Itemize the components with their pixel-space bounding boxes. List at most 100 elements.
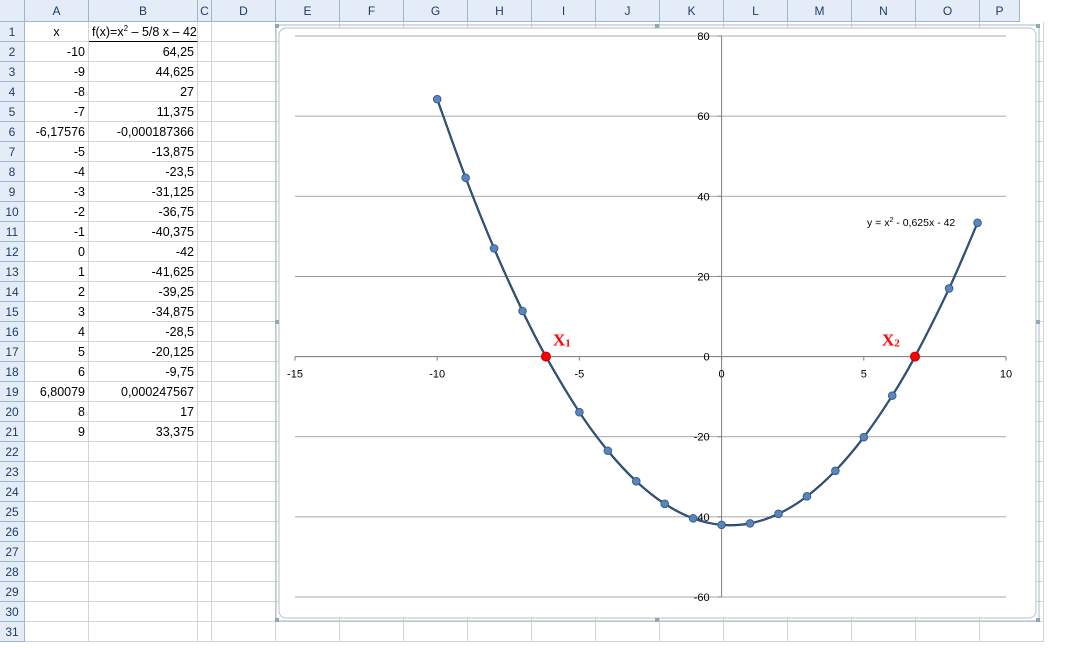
cell[interactable]	[212, 362, 276, 382]
cell[interactable]	[212, 602, 276, 622]
row-header-18[interactable]: 18	[0, 362, 25, 382]
cell[interactable]	[89, 582, 198, 602]
cell[interactable]	[198, 502, 212, 522]
cell[interactable]	[212, 142, 276, 162]
x-value-cell[interactable]: -6,17576	[25, 122, 89, 142]
cell[interactable]	[980, 622, 1044, 642]
column-header-C[interactable]: C	[198, 0, 212, 22]
cell[interactable]	[25, 542, 89, 562]
cell[interactable]	[198, 402, 212, 422]
row-header-31[interactable]: 31	[0, 622, 25, 642]
column-header-F[interactable]: F	[340, 0, 404, 22]
x-value-cell[interactable]: 5	[25, 342, 89, 362]
cell[interactable]	[198, 222, 212, 242]
fx-value-cell[interactable]: -39,25	[89, 282, 198, 302]
cell[interactable]	[198, 262, 212, 282]
cell[interactable]	[198, 142, 212, 162]
fx-value-cell[interactable]: -28,5	[89, 322, 198, 342]
row-header-15[interactable]: 15	[0, 302, 25, 322]
cell[interactable]	[198, 562, 212, 582]
fx-value-cell[interactable]: 64,25	[89, 42, 198, 62]
header-fx-cell[interactable]: f(x)=x2 – 5/8 x – 42	[89, 22, 198, 42]
cell[interactable]	[276, 622, 340, 642]
cell[interactable]	[212, 262, 276, 282]
cell[interactable]	[198, 242, 212, 262]
fx-value-cell[interactable]: 33,375	[89, 422, 198, 442]
cell[interactable]	[852, 622, 916, 642]
cell[interactable]	[25, 582, 89, 602]
cell[interactable]	[198, 582, 212, 602]
column-header-N[interactable]: N	[852, 0, 916, 22]
fx-value-cell[interactable]: 17	[89, 402, 198, 422]
x-value-cell[interactable]: 3	[25, 302, 89, 322]
x-value-cell[interactable]: -9	[25, 62, 89, 82]
chart-area[interactable]: -15 -10 -5 0 5 10 80 60 40 20 0 -20 -40 -60 X1 X2 y = x2…	[275, 24, 1040, 622]
cell[interactable]	[212, 382, 276, 402]
cell[interactable]	[198, 482, 212, 502]
column-header-M[interactable]: M	[788, 0, 852, 22]
cell[interactable]	[89, 522, 198, 542]
cell[interactable]	[89, 482, 198, 502]
cell[interactable]	[212, 62, 276, 82]
cell[interactable]	[212, 302, 276, 322]
row-header-27[interactable]: 27	[0, 542, 25, 562]
cell[interactable]	[212, 282, 276, 302]
cell[interactable]	[89, 442, 198, 462]
fx-value-cell[interactable]: -40,375	[89, 222, 198, 242]
cell[interactable]	[25, 482, 89, 502]
cell[interactable]	[198, 202, 212, 222]
cell[interactable]	[89, 622, 198, 642]
cell[interactable]	[212, 242, 276, 262]
row-header-9[interactable]: 9	[0, 182, 25, 202]
cell[interactable]	[198, 162, 212, 182]
column-header-A[interactable]: A	[25, 0, 89, 22]
cell[interactable]	[660, 622, 724, 642]
fx-value-cell[interactable]: -36,75	[89, 202, 198, 222]
row-header-4[interactable]: 4	[0, 82, 25, 102]
cell[interactable]	[212, 162, 276, 182]
column-header-L[interactable]: L	[724, 0, 788, 22]
fx-value-cell[interactable]: -42	[89, 242, 198, 262]
chart-svg[interactable]: -15 -10 -5 0 5 10806040200-20-40-60X1 X2y = x2…	[275, 24, 1040, 622]
fx-value-cell[interactable]: -31,125	[89, 182, 198, 202]
cell[interactable]	[25, 502, 89, 522]
cell[interactable]	[25, 602, 89, 622]
column-header-G[interactable]: G	[404, 0, 468, 22]
cell[interactable]	[468, 622, 532, 642]
x-value-cell[interactable]: 6,80079	[25, 382, 89, 402]
row-header-17[interactable]: 17	[0, 342, 25, 362]
row-header-29[interactable]: 29	[0, 582, 25, 602]
fx-value-cell[interactable]: -23,5	[89, 162, 198, 182]
cell[interactable]	[212, 522, 276, 542]
cell[interactable]	[198, 342, 212, 362]
row-header-14[interactable]: 14	[0, 282, 25, 302]
x-value-cell[interactable]: 9	[25, 422, 89, 442]
cell[interactable]	[198, 22, 212, 42]
cell[interactable]	[198, 302, 212, 322]
cell[interactable]	[198, 102, 212, 122]
x-value-cell[interactable]: -1	[25, 222, 89, 242]
cell[interactable]	[198, 322, 212, 342]
row-header-6[interactable]: 6	[0, 122, 25, 142]
cell[interactable]	[212, 202, 276, 222]
row-header-21[interactable]: 21	[0, 422, 25, 442]
cell[interactable]	[198, 282, 212, 302]
cell[interactable]	[25, 522, 89, 542]
cell[interactable]	[25, 462, 89, 482]
row-header-28[interactable]: 28	[0, 562, 25, 582]
x-value-cell[interactable]: -3	[25, 182, 89, 202]
cell[interactable]	[212, 422, 276, 442]
cell[interactable]	[212, 22, 276, 42]
row-header-7[interactable]: 7	[0, 142, 25, 162]
column-header-E[interactable]: E	[276, 0, 340, 22]
cell[interactable]	[212, 102, 276, 122]
row-header-8[interactable]: 8	[0, 162, 25, 182]
row-header-24[interactable]: 24	[0, 482, 25, 502]
cell[interactable]	[89, 602, 198, 622]
cell[interactable]	[198, 542, 212, 562]
x-value-cell[interactable]: -4	[25, 162, 89, 182]
fx-value-cell[interactable]: -13,875	[89, 142, 198, 162]
cell[interactable]	[532, 622, 596, 642]
cell[interactable]	[724, 622, 788, 642]
row-header-10[interactable]: 10	[0, 202, 25, 222]
